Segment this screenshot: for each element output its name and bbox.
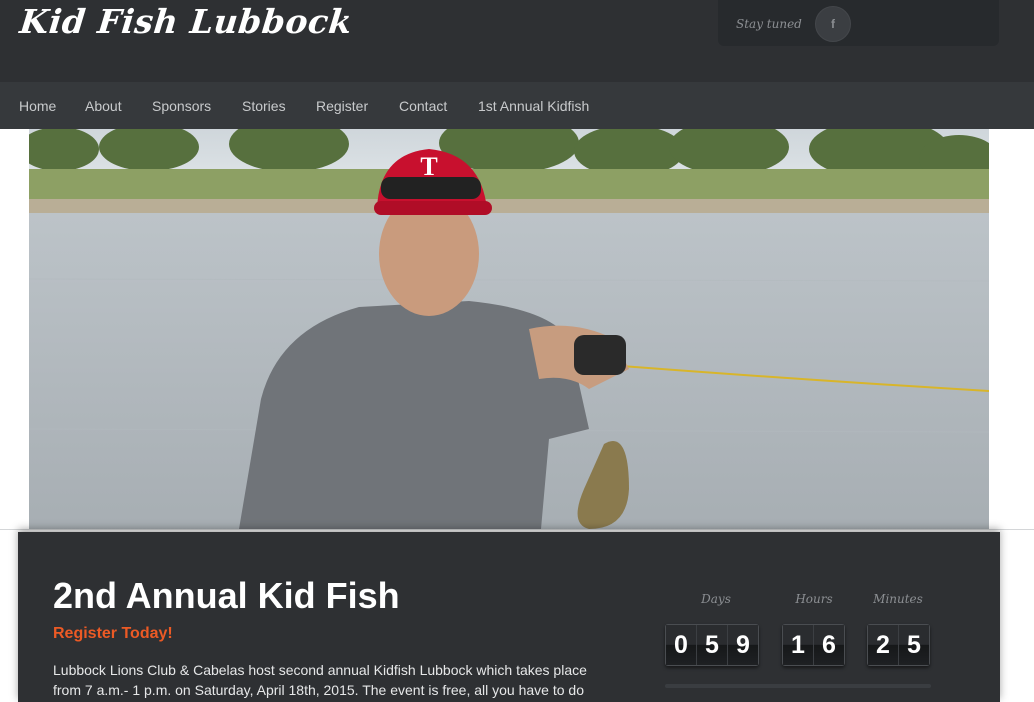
divider	[0, 529, 1034, 530]
nav-item-stories[interactable]: Stories	[242, 98, 286, 114]
nav-item-about[interactable]: About	[85, 98, 122, 114]
cap-logo: T	[420, 152, 437, 181]
countdown-digit: 5	[697, 625, 728, 665]
countdown-digit: 5	[899, 625, 929, 665]
nav-item-1st-annual-kidfish[interactable]: 1st Annual Kidfish	[478, 98, 589, 114]
page-title: 2nd Annual Kid Fish	[53, 575, 400, 616]
countdown-days: 0 5 9	[665, 624, 759, 666]
countdown-hours-label: Hours	[795, 592, 833, 606]
main-nav: Home About Sponsors Stories Register Con…	[0, 82, 1034, 129]
countdown-minutes-label: Minutes	[873, 592, 923, 606]
social-box: Stay tuned f	[718, 0, 999, 46]
countdown-hours: 1 6	[782, 624, 845, 666]
countdown-minutes: 2 5	[867, 624, 930, 666]
countdown-digit: 9	[728, 625, 758, 665]
register-today-link[interactable]: Register Today!	[53, 625, 173, 643]
stay-tuned-label: Stay tuned	[736, 17, 802, 31]
site-header: Kid Fish Lubbock Stay tuned f	[0, 0, 1034, 82]
hero-image: T	[29, 129, 989, 529]
main-content: 2nd Annual Kid Fish Register Today! Lubb…	[18, 532, 1000, 702]
nav-item-home[interactable]: Home	[19, 98, 56, 114]
countdown-days-label: Days	[701, 592, 731, 606]
nav-item-sponsors[interactable]: Sponsors	[152, 98, 211, 114]
countdown-digit: 2	[868, 625, 899, 665]
hero-photo: T	[29, 129, 989, 529]
event-description: Lubbock Lions Club & Cabelas host second…	[53, 662, 587, 698]
countdown-digit: 1	[783, 625, 814, 665]
nav-item-register[interactable]: Register	[316, 98, 368, 114]
facebook-icon[interactable]: f	[815, 6, 851, 42]
countdown-bar	[665, 684, 931, 688]
countdown-digit: 6	[814, 625, 844, 665]
site-logo[interactable]: Kid Fish Lubbock	[18, 2, 354, 41]
nav-item-contact[interactable]: Contact	[399, 98, 447, 114]
countdown-digit: 0	[666, 625, 697, 665]
